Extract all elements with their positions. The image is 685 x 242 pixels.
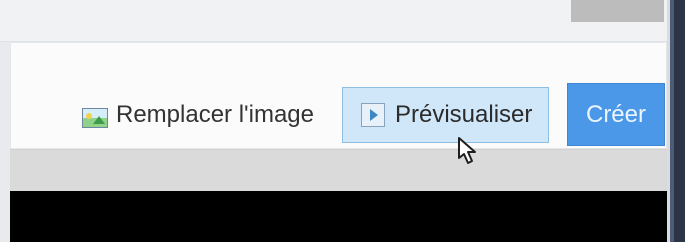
top-gray-block — [571, 0, 664, 22]
create-button[interactable]: Créer — [567, 83, 665, 146]
play-icon — [361, 103, 385, 127]
bottom-toolbar — [10, 149, 667, 191]
preview-label: Prévisualiser — [395, 101, 533, 128]
image-icon — [82, 108, 108, 128]
video-preview-area — [10, 191, 667, 242]
create-label: Créer — [585, 100, 646, 128]
mouse-cursor-icon — [458, 137, 476, 164]
replace-image-button[interactable]: Remplacer l'image — [82, 91, 324, 145]
top-strip — [0, 0, 667, 42]
preview-button[interactable]: Prévisualiser — [342, 87, 549, 143]
replace-image-label: Remplacer l'image — [116, 101, 314, 128]
window-right-edge — [667, 0, 685, 242]
